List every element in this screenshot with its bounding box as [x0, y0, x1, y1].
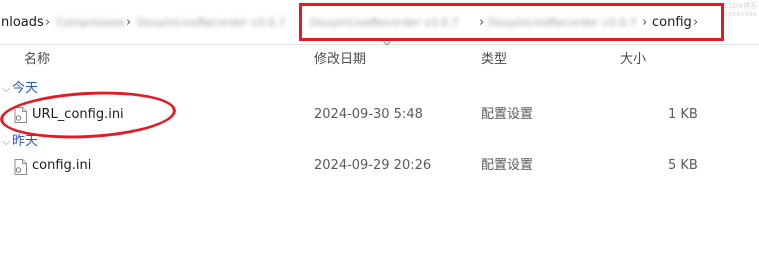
sort-caret-icon [383, 41, 391, 46]
column-header-size[interactable]: 大小 [620, 52, 646, 68]
file-type: 配置设置 [481, 158, 534, 173]
column-header-type[interactable]: 类型 [481, 52, 507, 68]
file-size: 1 KB [668, 107, 698, 122]
address-highlight-box [299, 3, 724, 41]
breadcrumb-separator[interactable]: › [45, 14, 50, 32]
watermark-line: xxxxxxxx [723, 10, 757, 18]
group-header-today[interactable]: ⌵ 今天 [0, 81, 38, 97]
watermark-line: CSDN博客 [723, 2, 757, 10]
breadcrumb-blurred-1[interactable]: Compressed [56, 14, 124, 32]
watermark: CSDN博客 xxxxxxxx [723, 2, 757, 18]
column-header-modified[interactable]: 修改日期 [314, 52, 366, 68]
chevron-down-icon[interactable]: ⌵ [2, 81, 12, 97]
breadcrumb-separator[interactable]: › [126, 14, 131, 32]
file-modified: 2024-09-29 20:26 [314, 158, 432, 173]
ini-file-icon [14, 159, 27, 175]
file-modified: 2024-09-30 5:48 [314, 107, 423, 122]
column-header-name[interactable]: 名称 [24, 52, 50, 68]
breadcrumb-downloads[interactable]: nloads [1, 14, 44, 32]
file-type: 配置设置 [481, 107, 534, 122]
file-name[interactable]: config.ini [32, 157, 91, 175]
breadcrumb-blurred-2[interactable]: DouyinLiveRecorder v3.0.7 [137, 14, 285, 32]
group-header-yesterday[interactable]: ⌵ 昨天 [0, 134, 38, 150]
file-size: 5 KB [668, 158, 698, 173]
group-label: 昨天 [12, 134, 39, 149]
group-label: 今天 [12, 81, 39, 96]
chevron-down-icon[interactable]: ⌵ [2, 134, 12, 150]
